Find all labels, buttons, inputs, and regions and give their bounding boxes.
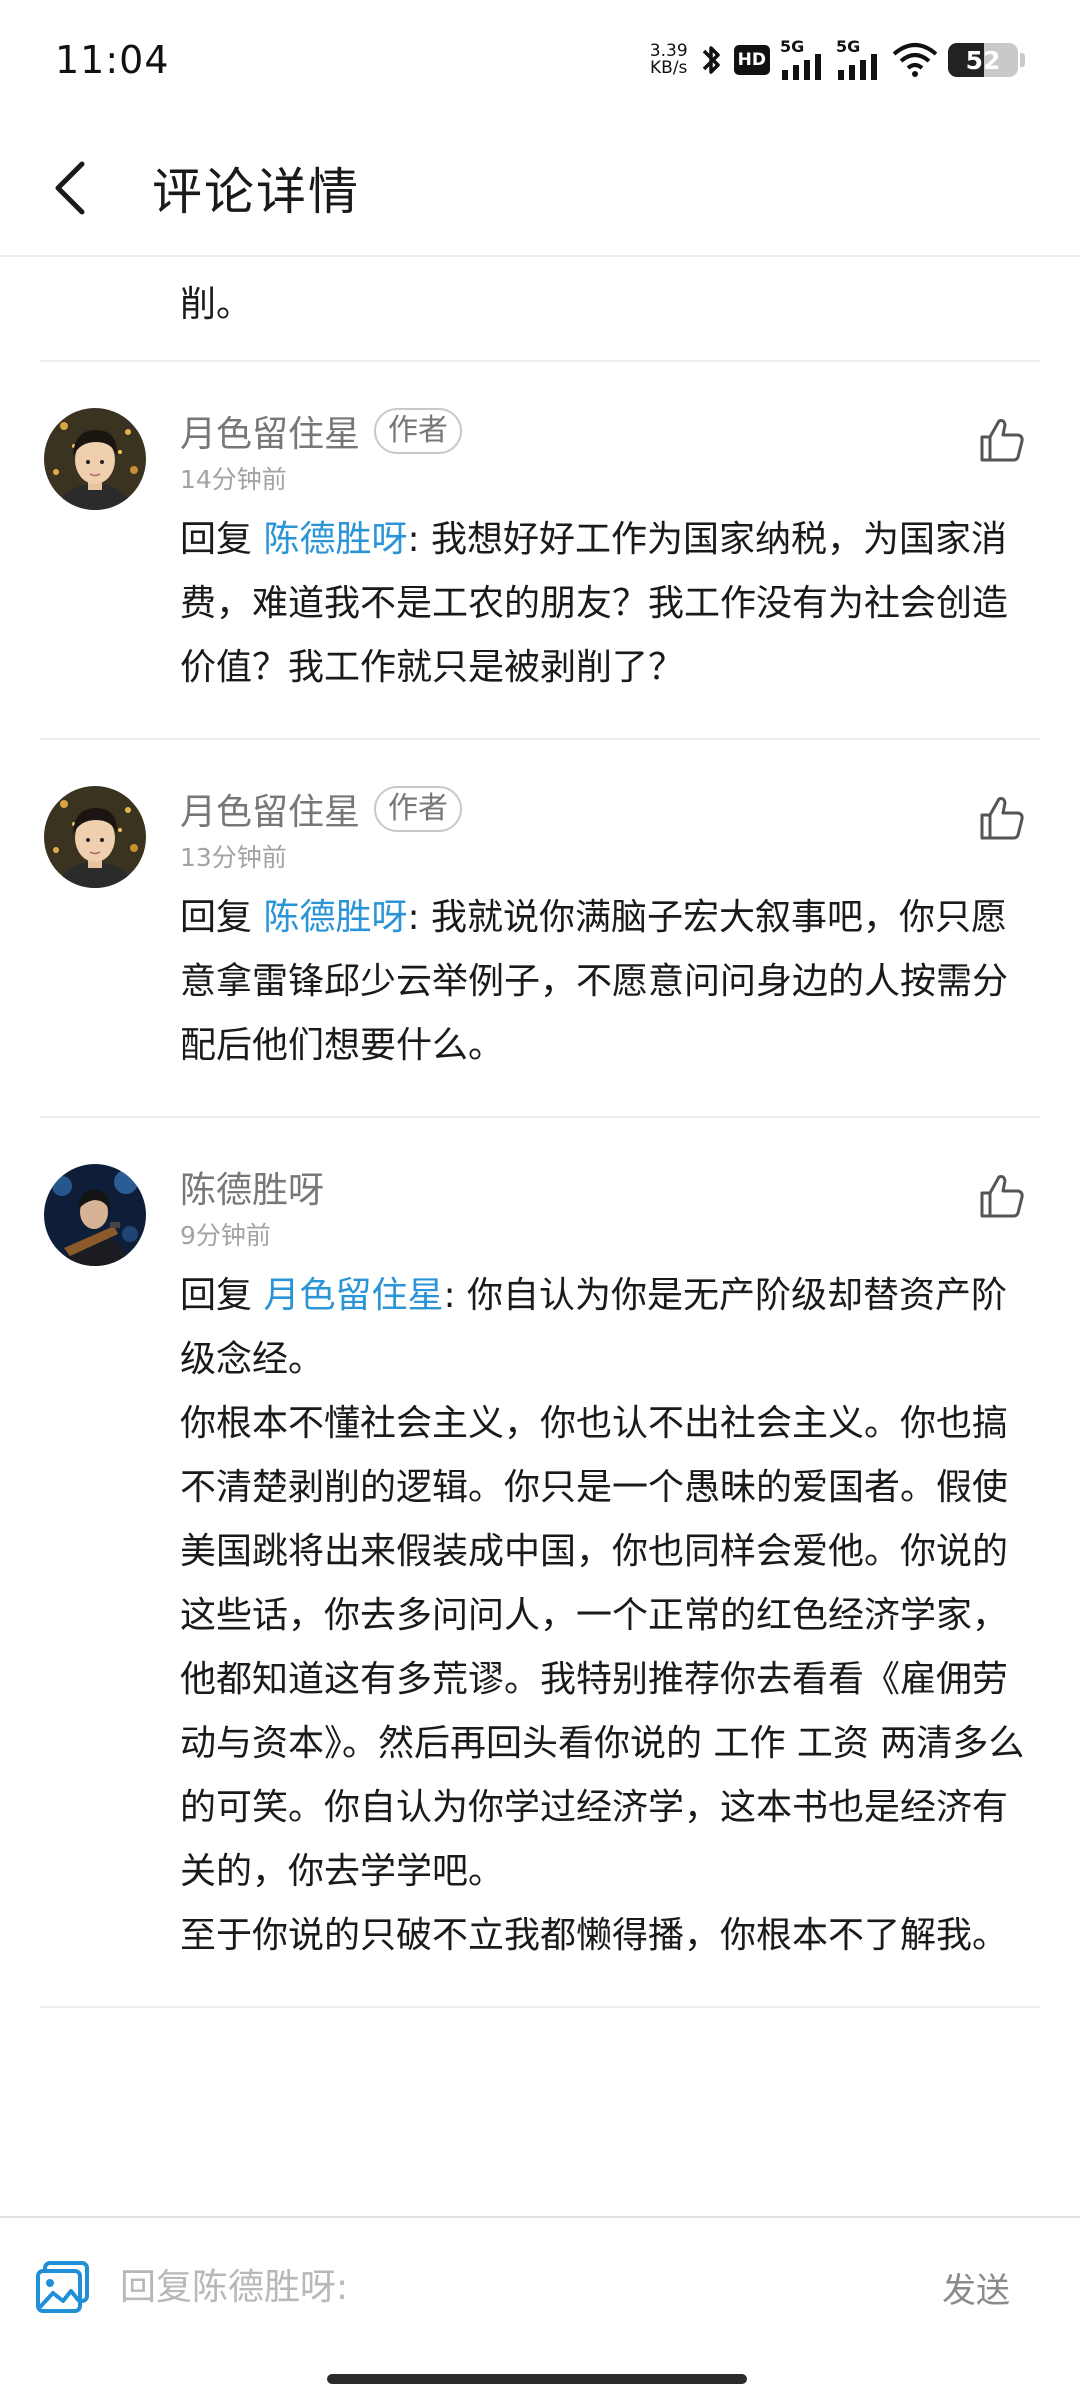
hd-voice-icon: HD	[733, 45, 770, 75]
comment-item[interactable]: 月色留住星 作者 13分钟前 回复 陈德胜呀: 我就说你满脑子宏大叙事吧，你只愿…	[40, 740, 1040, 1118]
signal2-label: 5G	[836, 37, 861, 56]
net-speed: 3.39 KB/s	[650, 43, 688, 77]
avatar[interactable]	[44, 408, 146, 510]
avatar[interactable]	[44, 786, 146, 888]
back-button[interactable]	[10, 128, 130, 248]
comment-list[interactable]: 削。 月色留住星 作者 14分钟前 回复 陈德胜呀: 我想好好工作为国家纳税，为…	[0, 259, 1080, 2216]
reply-prefix: 回复	[180, 1275, 264, 1316]
net-speed-unit: KB/s	[650, 58, 688, 78]
page-title: 评论详情	[152, 162, 360, 221]
comment-body: : 你自认为你是无产阶级却替资产阶级念经。 你根本不懂社会主义，你也认不出社会主…	[180, 1275, 1025, 1956]
thumbs-up-icon	[980, 1175, 1024, 1218]
status-bar: 11:04 3.39 KB/s HD 5G 5G 52	[0, 0, 1080, 120]
home-indicator[interactable]	[327, 2374, 747, 2384]
image-icon	[36, 2261, 89, 2313]
app-header: 评论详情	[0, 120, 1080, 257]
battery-level: 52	[965, 45, 1001, 75]
previous-comment-fragment: 削。	[40, 259, 1040, 362]
comment-author-name[interactable]: 月色留住星	[180, 783, 360, 835]
comment-author-name[interactable]: 月色留住星	[180, 405, 360, 457]
author-badge: 作者	[374, 408, 463, 454]
comment-item[interactable]: 月色留住星 作者 14分钟前 回复 陈德胜呀: 我想好好工作为国家纳税，为国家消…	[40, 362, 1040, 740]
signal-icon-2: 5G	[836, 37, 882, 80]
wifi-icon	[892, 42, 938, 78]
mention-link[interactable]: 陈德胜呀	[263, 897, 407, 938]
comment-text[interactable]: 回复 陈德胜呀: 我想好好工作为国家纳税，为国家消费，难道我不是工农的朋友？我工…	[180, 508, 1030, 700]
bluetooth-icon	[698, 42, 724, 78]
battery-icon: 52	[948, 43, 1025, 77]
like-button[interactable]	[974, 412, 1030, 468]
thumbs-up-icon	[980, 797, 1024, 840]
reply-input[interactable]	[120, 2252, 942, 2322]
comment-time: 9分钟前	[180, 1221, 271, 1250]
reply-bar: 发送	[0, 2216, 1080, 2356]
chevron-left-icon	[55, 161, 85, 214]
avatar[interactable]	[44, 1164, 146, 1266]
comment-text[interactable]: 回复 月色留住星: 你自认为你是无产阶级却替资产阶级念经。 你根本不懂社会主义，…	[180, 1264, 1030, 1968]
like-button[interactable]	[974, 1168, 1030, 1224]
status-time: 11:04	[55, 38, 170, 82]
author-badge: 作者	[374, 786, 463, 832]
comment-time: 14分钟前	[180, 465, 287, 494]
thumbs-up-icon	[980, 419, 1024, 462]
reply-prefix: 回复	[180, 897, 264, 938]
reply-prefix: 回复	[180, 519, 264, 560]
mention-link[interactable]: 月色留住星	[263, 1275, 443, 1316]
signal1-label: 5G	[780, 37, 805, 56]
like-button[interactable]	[974, 790, 1030, 846]
mention-link[interactable]: 陈德胜呀	[263, 519, 407, 560]
image-picker-button[interactable]	[28, 2252, 98, 2322]
signal-icon-1: 5G	[780, 37, 826, 80]
send-button[interactable]: 发送	[942, 2263, 1010, 2312]
status-icons: 3.39 KB/s HD 5G 5G 52	[650, 37, 1025, 80]
comment-author-name[interactable]: 陈德胜呀	[180, 1161, 324, 1213]
comment-text[interactable]: 回复 陈德胜呀: 我就说你满脑子宏大叙事吧，你只愿意拿雷锋邱少云举例子，不愿意问…	[180, 886, 1030, 1078]
comment-time: 13分钟前	[180, 843, 287, 872]
comment-item[interactable]: 陈德胜呀 9分钟前 回复 月色留住星: 你自认为你是无产阶级却替资产阶级念经。 …	[40, 1118, 1040, 2008]
